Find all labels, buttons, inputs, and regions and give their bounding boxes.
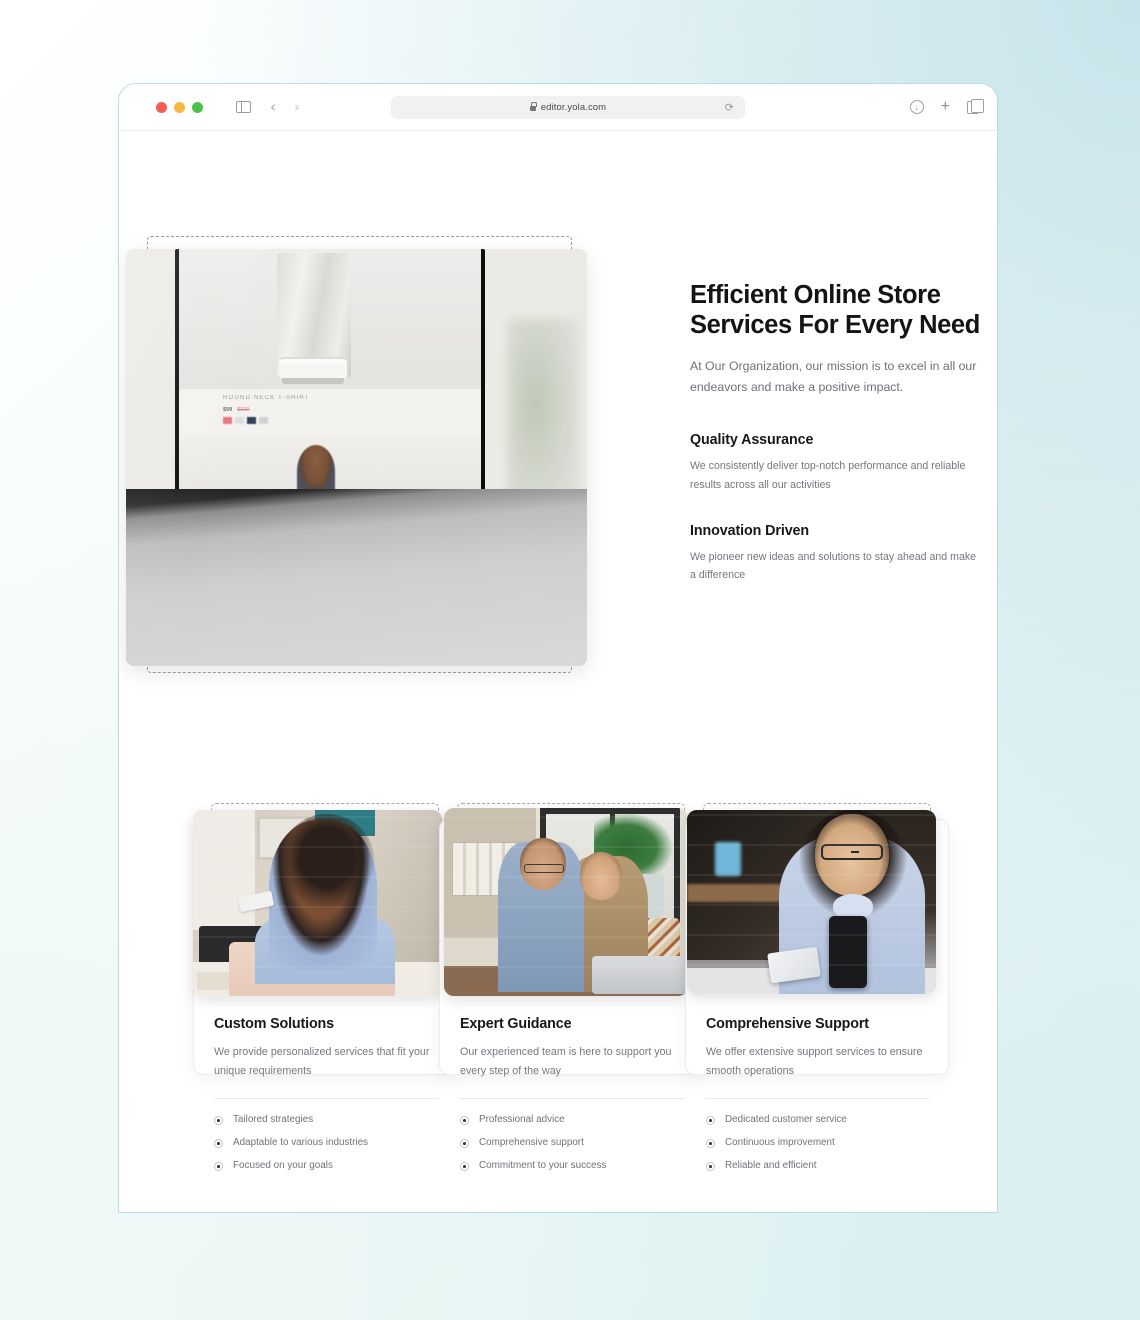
divider — [460, 1098, 684, 1100]
bullet-label: Comprehensive support — [479, 1137, 584, 1149]
feature-title: Innovation Driven — [690, 522, 810, 539]
lock-icon — [529, 101, 537, 111]
card-body: Comprehensive Support We offer extensive… — [685, 810, 949, 1171]
card-image[interactable] — [444, 808, 688, 996]
card-bullet-list: Dedicated customer service Continuous im… — [706, 1115, 930, 1171]
page-title: Efficient Online Store Services For Ever… — [690, 281, 980, 339]
feature-text: We pioneer new ideas and solutions to st… — [690, 550, 977, 582]
laptop-store-photo: ROUND NECK T-SHIRT $99$120 — [126, 249, 587, 666]
hero-subheading: At Our Organization, our mission is to e… — [690, 359, 977, 395]
sidebar-toggle-icon[interactable] — [234, 98, 252, 116]
bullet-label: Commitment to your success — [479, 1160, 607, 1172]
card-description: We offer extensive support services to e… — [706, 1046, 923, 1077]
card-image[interactable] — [687, 810, 936, 994]
bullet-label: Dedicated customer service — [725, 1114, 847, 1126]
card-title: Comprehensive Support — [706, 1016, 869, 1032]
bullet-icon — [706, 1161, 715, 1171]
page-canvas: ROUND NECK T-SHIRT $99$120 — [119, 131, 997, 1212]
feature-title: Quality Assurance — [690, 432, 814, 449]
bullet-icon — [460, 1161, 469, 1171]
bullet-icon — [214, 1115, 223, 1125]
card-body: Expert Guidance Our experienced team is … — [439, 808, 703, 1171]
hero-copy: Efficient Online Store Services For Ever… — [690, 281, 980, 585]
browser-toolbar: ‹ › editor.yola.com ⟳ + — [119, 84, 997, 131]
list-item: Tailored strategies — [214, 1115, 438, 1125]
new-tab-icon[interactable]: + — [941, 99, 950, 115]
bullet-label: Tailored strategies — [233, 1114, 314, 1126]
list-item: Adaptable to various industries — [214, 1138, 438, 1148]
close-window-button[interactable] — [156, 101, 167, 113]
card-content: Expert Guidance Our experienced team is … — [440, 1016, 704, 1184]
bullet-icon — [214, 1161, 223, 1171]
list-item: Continuous improvement — [706, 1138, 930, 1148]
bullet-icon — [706, 1115, 715, 1125]
minimize-window-button[interactable] — [174, 101, 185, 113]
download-icon[interactable] — [909, 98, 924, 116]
divider — [214, 1098, 438, 1100]
bullet-label: Professional advice — [479, 1114, 565, 1126]
bullet-icon — [214, 1138, 223, 1148]
list-item: Commitment to your success — [460, 1161, 684, 1171]
card-bullet-list: Professional advice Comprehensive suppor… — [460, 1115, 684, 1171]
hero-image-selection-outline[interactable]: ROUND NECK T-SHIRT $99$120 — [126, 236, 587, 673]
address-bar[interactable]: editor.yola.com ⟳ — [391, 95, 745, 119]
list-item: Dedicated customer service — [706, 1115, 930, 1125]
reload-icon[interactable]: ⟳ — [725, 101, 734, 114]
card-title: Custom Solutions — [214, 1016, 334, 1032]
card-body: Custom Solutions We provide personalized… — [193, 810, 457, 1171]
list-item: Focused on your goals — [214, 1161, 438, 1171]
forward-icon[interactable]: › — [294, 99, 300, 115]
feature-quality-assurance: Quality Assurance We consistently delive… — [690, 432, 980, 494]
window-controls[interactable] — [156, 101, 203, 113]
browser-window: ‹ › editor.yola.com ⟳ + — [118, 83, 998, 1213]
card-content: Comprehensive Support We offer extensive… — [686, 1016, 950, 1184]
toolbar-right-icons: + — [909, 98, 984, 116]
card-content: Custom Solutions We provide personalized… — [194, 1016, 458, 1184]
feature-innovation-driven: Innovation Driven We pioneer new ideas a… — [690, 523, 980, 585]
tab-overview-icon[interactable] — [967, 98, 984, 114]
bullet-icon — [706, 1138, 715, 1148]
bullet-icon — [460, 1115, 469, 1125]
card-bullet-list: Tailored strategies Adaptable to various… — [214, 1115, 438, 1171]
maximize-window-button[interactable] — [192, 101, 203, 113]
list-item: Comprehensive support — [460, 1138, 684, 1148]
divider — [706, 1098, 930, 1100]
hero-image[interactable]: ROUND NECK T-SHIRT $99$120 — [126, 249, 587, 666]
bullet-label: Reliable and efficient — [725, 1160, 817, 1172]
card-title: Expert Guidance — [460, 1016, 572, 1032]
card-description: Our experienced team is here to support … — [460, 1046, 672, 1077]
list-item: Professional advice — [460, 1115, 684, 1125]
card-description: We provide personalized services that fi… — [214, 1046, 430, 1077]
back-icon[interactable]: ‹ — [270, 99, 276, 115]
feature-text: We consistently deliver top-notch perfor… — [690, 460, 966, 491]
bullet-label: Continuous improvement — [725, 1137, 835, 1149]
url-text: editor.yola.com — [540, 101, 607, 113]
bullet-icon — [460, 1138, 469, 1148]
bullet-label: Focused on your goals — [233, 1160, 333, 1172]
list-item: Reliable and efficient — [706, 1161, 930, 1171]
card-image[interactable] — [193, 810, 442, 996]
bullet-label: Adaptable to various industries — [233, 1137, 369, 1149]
